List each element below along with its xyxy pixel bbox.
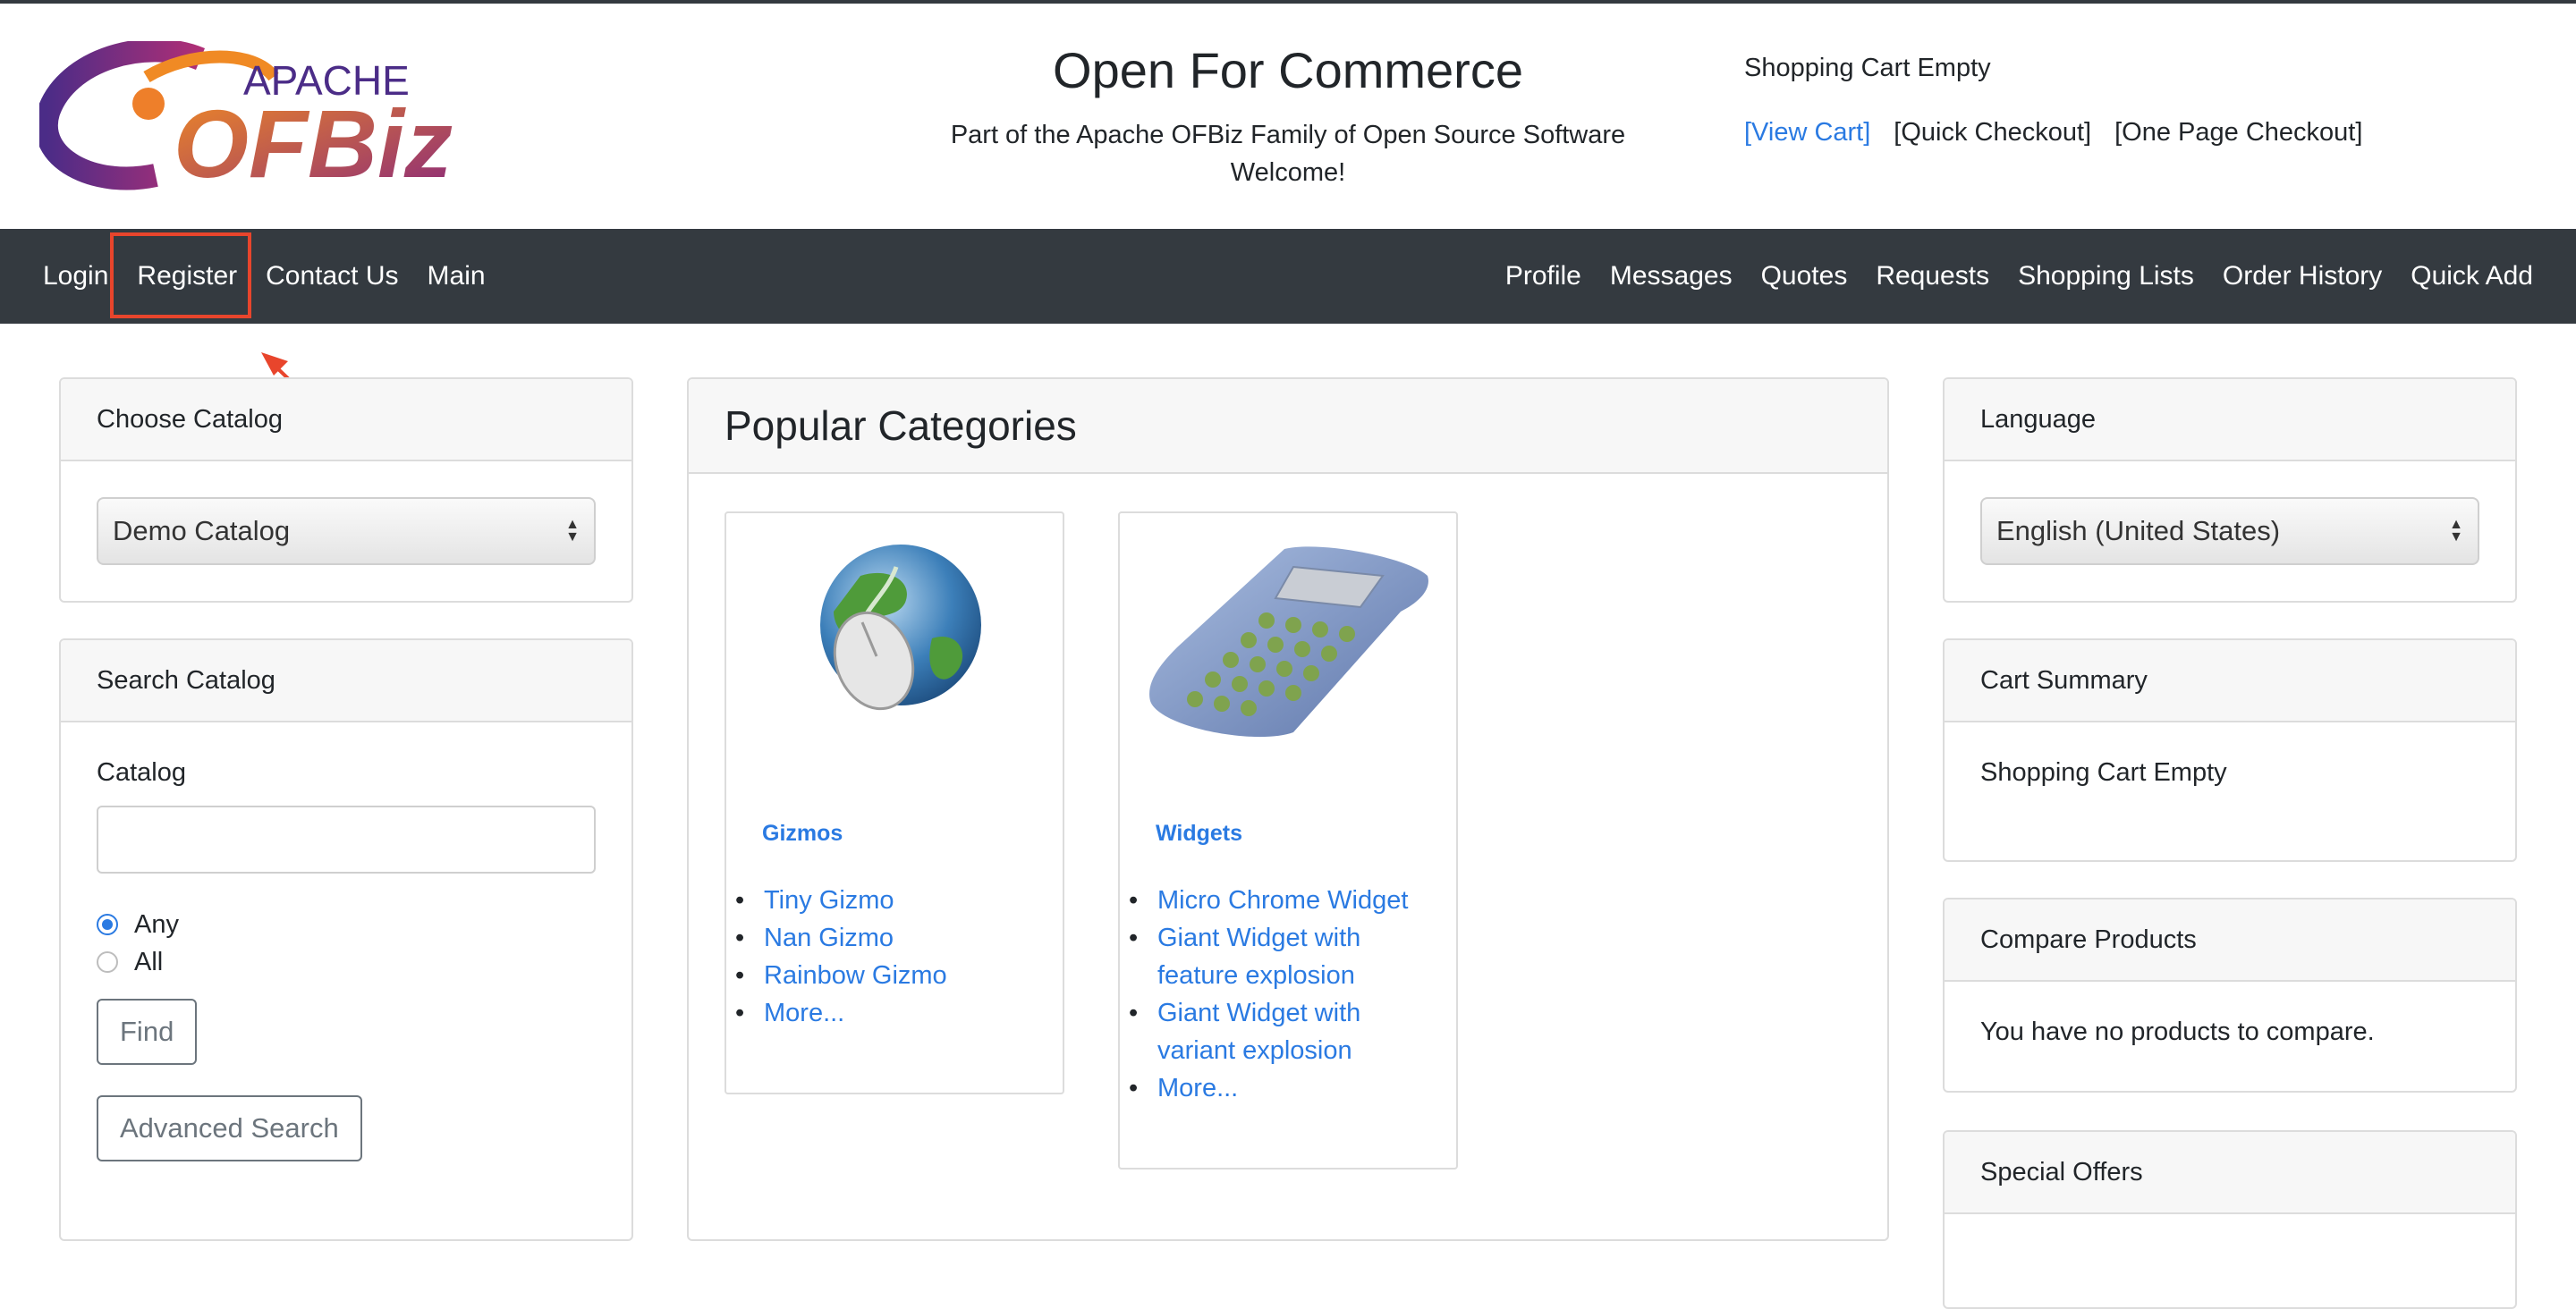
list-item[interactable]: Micro Chrome Widget [1129, 882, 1408, 919]
choose-catalog-card: Choose Catalog Demo Catalog ▲ ▼ [59, 377, 633, 603]
nav-right: Profile Messages Quotes Requests Shoppin… [1505, 229, 2533, 324]
list-item-line: Giant Widget with [1157, 924, 1361, 952]
radio-all-control[interactable] [97, 951, 118, 973]
list-item[interactable]: More... [735, 994, 947, 1032]
svg-text:OFBiz: OFBiz [174, 89, 453, 193]
gizmos-product-list: Tiny Gizmo Nan Gizmo Rainbow Gizmo More.… [735, 882, 947, 1032]
find-button[interactable]: Find [97, 999, 198, 1065]
nav-login[interactable]: Login [43, 261, 108, 291]
compare-products-card: Compare Products You have no products to… [1943, 898, 2517, 1093]
category-card-widgets: Widgets Micro Chrome Widget Giant Widget… [1118, 511, 1458, 1170]
category-title-widgets[interactable]: Widgets [1156, 821, 1242, 847]
subtitle-line: Part of the Apache OFBiz Family of Open … [950, 121, 1626, 149]
search-catalog-card: Search Catalog Catalog Any All Find Adva… [59, 638, 633, 1241]
list-item-line: feature explosion [1157, 961, 1355, 990]
nav-messages[interactable]: Messages [1610, 261, 1733, 291]
cart-summary-text: Shopping Cart Empty [1980, 758, 2227, 787]
choose-catalog-title: Choose Catalog [61, 379, 631, 461]
calculator-icon[interactable] [1141, 540, 1436, 746]
catalog-field-label: Catalog [97, 758, 186, 787]
radio-any-control[interactable] [97, 914, 118, 935]
nav-profile[interactable]: Profile [1505, 261, 1581, 291]
header-cart-status: Shopping Cart Empty [1744, 54, 1991, 82]
globe-mouse-icon[interactable] [807, 540, 986, 719]
catalog-select-value: Demo Catalog [113, 515, 291, 546]
top-border [0, 0, 2576, 4]
widgets-product-list: Micro Chrome Widget Giant Widget with fe… [1129, 882, 1408, 1107]
one-page-checkout-link[interactable]: [One Page Checkout] [2114, 118, 2362, 148]
view-cart-link[interactable]: [View Cart] [1744, 118, 1870, 148]
list-item[interactable]: More... [1129, 1069, 1408, 1107]
nav-register[interactable]: Register [137, 261, 237, 291]
language-card: Language English (United States) ▲ ▼ [1943, 377, 2517, 603]
list-item[interactable]: Nan Gizmo [735, 919, 947, 957]
compare-products-title: Compare Products [1945, 899, 2515, 982]
language-title: Language [1945, 379, 2515, 461]
select-arrows-icon: ▲ ▼ [565, 517, 580, 545]
nav-requests[interactable]: Requests [1876, 261, 1989, 291]
welcome-text: Welcome! [1230, 158, 1346, 187]
language-select[interactable]: English (United States) ▲ ▼ [1980, 497, 2479, 565]
catalog-search-input[interactable] [97, 806, 596, 874]
site-title: Open For Commerce [1053, 42, 1523, 98]
popular-categories-card: Popular Categories Gizmos Tiny Gizmo Nan… [687, 377, 1889, 1241]
nav-contact-us[interactable]: Contact Us [266, 261, 398, 291]
list-item-line: variant explosion [1157, 1036, 1352, 1065]
advanced-search-button[interactable]: Advanced Search [97, 1095, 362, 1161]
language-select-value: English (United States) [1996, 515, 2281, 546]
category-title-gizmos[interactable]: Gizmos [762, 821, 843, 847]
radio-all[interactable]: All [97, 943, 596, 981]
ofbiz-logo[interactable]: APACHE OFBiz [35, 38, 465, 198]
list-item[interactable]: Giant Widget with variant explosion [1129, 994, 1408, 1069]
radio-all-label: All [134, 947, 164, 976]
list-item-line: Giant Widget with [1157, 999, 1361, 1027]
quick-checkout-link[interactable]: [Quick Checkout] [1894, 118, 2091, 148]
search-catalog-title: Search Catalog [61, 640, 631, 722]
radio-any-label: Any [134, 909, 179, 939]
header-cart-links: [View Cart] [Quick Checkout] [One Page C… [1744, 118, 2362, 148]
nav-left: Login Register Contact Us Main [43, 229, 486, 324]
popular-categories-title: Popular Categories [689, 379, 1887, 474]
nav-shopping-lists[interactable]: Shopping Lists [2018, 261, 2194, 291]
select-arrows-icon: ▲ ▼ [2449, 517, 2463, 545]
cart-summary-card: Cart Summary Shopping Cart Empty [1943, 638, 2517, 862]
special-offers-title: Special Offers [1945, 1132, 2515, 1214]
nav-order-history[interactable]: Order History [2223, 261, 2382, 291]
compare-products-text: You have no products to compare. [1980, 1018, 2375, 1046]
site-subtitle: Part of the Apache OFBiz Family of Open … [877, 116, 1699, 191]
category-card-gizmos: Gizmos Tiny Gizmo Nan Gizmo Rainbow Gizm… [724, 511, 1064, 1094]
list-item[interactable]: Giant Widget with feature explosion [1129, 919, 1408, 994]
list-item[interactable]: Tiny Gizmo [735, 882, 947, 919]
cart-summary-title: Cart Summary [1945, 640, 2515, 722]
radio-any[interactable]: Any [97, 906, 596, 943]
catalog-select[interactable]: Demo Catalog ▲ ▼ [97, 497, 596, 565]
nav-quotes[interactable]: Quotes [1761, 261, 1848, 291]
nav-quick-add[interactable]: Quick Add [2411, 261, 2533, 291]
list-item[interactable]: Rainbow Gizmo [735, 957, 947, 994]
nav-main[interactable]: Main [428, 261, 486, 291]
special-offers-card: Special Offers [1943, 1130, 2517, 1309]
main-navbar: Login Register Contact Us Main Profile M… [0, 229, 2576, 324]
